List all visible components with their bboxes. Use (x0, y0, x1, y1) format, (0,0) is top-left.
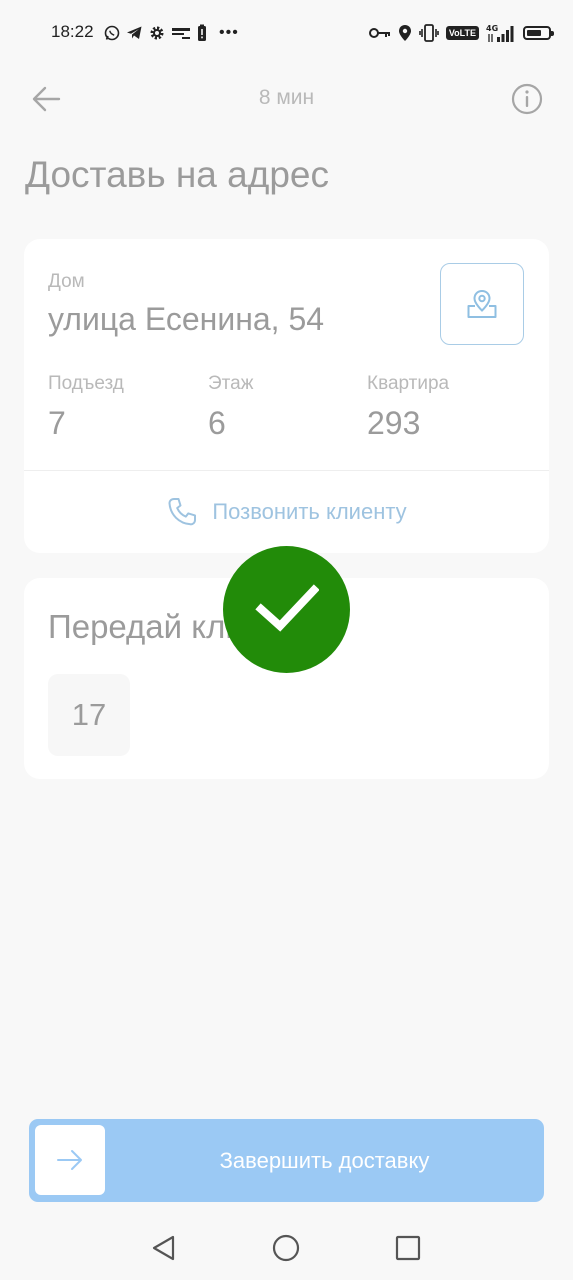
finish-delivery-label: Завершить доставку (219, 1148, 430, 1173)
floor-value: 6 (208, 405, 226, 441)
whatsapp-icon (104, 25, 120, 41)
info-icon (511, 83, 543, 115)
vibrate-icon (419, 24, 439, 42)
svg-text:4G: 4G (486, 24, 498, 33)
battery-icon (523, 26, 554, 40)
success-indicator (223, 546, 350, 673)
finish-delivery-slider[interactable]: Завершить доставку (29, 1119, 544, 1202)
address-card: Дом улица Есенина, 54 Подъезд 7 Этаж 6 К… (24, 239, 549, 553)
phone-icon (168, 498, 197, 526)
entrance-value: 7 (48, 405, 66, 441)
location-icon (398, 25, 411, 41)
nav-back-button[interactable] (148, 1232, 180, 1264)
volte-icon: VoLTE (445, 26, 479, 40)
circle-home-icon (272, 1234, 300, 1262)
delivery-timer: 8 мин (258, 86, 315, 109)
map-pin-icon (467, 289, 497, 318)
page-title: Доставь на адрес (25, 154, 329, 195)
street-address: улица Есенина, 54 (48, 301, 325, 337)
call-client-button[interactable]: Позвонить клиенту (24, 471, 549, 553)
open-map-button[interactable] (440, 263, 524, 345)
square-recents-icon (395, 1235, 421, 1261)
system-nav-bar (0, 1218, 573, 1280)
status-icons-right: VoLTE 4G (368, 22, 554, 44)
nav-home-button[interactable] (270, 1232, 302, 1264)
status-time: 18:22 (51, 22, 94, 41)
arrow-right-icon (57, 1150, 82, 1170)
nav-recents-button[interactable] (392, 1232, 424, 1264)
apartment-value: 293 (367, 405, 421, 441)
house-label: Дом (48, 271, 85, 292)
call-client-label: Позвонить клиенту (212, 499, 407, 524)
settings-icon (150, 26, 164, 40)
top-bar: 8 мин (0, 66, 573, 132)
status-bar: 18:22 ••• VoLTE 4G (0, 0, 573, 66)
4g-signal-icon: 4G (486, 24, 514, 42)
battery-alert-icon (198, 24, 206, 41)
entrance-label: Подъезд (48, 373, 124, 394)
info-button[interactable] (510, 82, 544, 116)
status-icons-left: ••• (104, 22, 239, 44)
more-dots-icon: ••• (219, 24, 239, 41)
telegram-icon (127, 26, 142, 39)
triangle-back-icon (152, 1235, 175, 1261)
checkmark-icon (254, 583, 319, 632)
app-icon (172, 28, 190, 39)
slider-handle[interactable] (35, 1125, 105, 1195)
handover-code: 17 (48, 674, 130, 756)
floor-label: Этаж (208, 373, 254, 394)
apartment-label: Квартира (367, 373, 450, 394)
key-icon (368, 28, 390, 38)
